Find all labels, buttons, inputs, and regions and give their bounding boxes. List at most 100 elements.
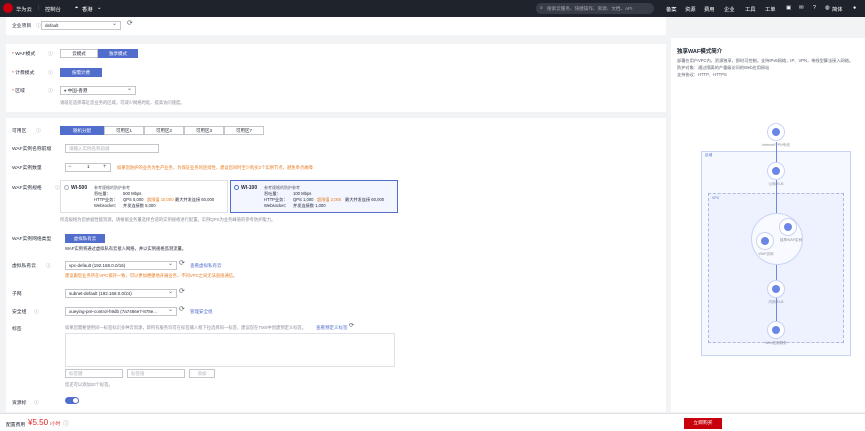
public-elb-node [767,162,785,180]
security-group-select[interactable]: xueying-pre-control-h9db (7a7466e7-878e.… [65,307,177,316]
info-icon[interactable]: ⓘ [34,308,39,315]
region-select[interactable]: ⌖ 中国-香港 [60,86,136,95]
increment-button[interactable]: + [103,164,107,170]
refresh-icon[interactable]: ⟳ [127,19,133,27]
info-icon[interactable]: ⓘ [46,262,51,269]
region-value: 中国-香港 [67,88,88,93]
spec-ws: 并发连接数 5,000 [123,203,156,208]
view-predefined-tags-link[interactable]: 查看预定义标签 [316,325,348,331]
billing-label: 计费模式 [12,69,34,76]
spec-qps: QPS 1,000 [293,197,314,202]
az-7[interactable]: 可用区7 [224,126,264,135]
az-random[interactable]: 随机分配 [60,126,104,135]
tag-key-input[interactable]: 标签键 [65,369,123,378]
waf-mode-dedicated[interactable]: 独享模式 [98,49,138,58]
search-icon: ⌕ [540,5,543,11]
spec-option-wi500[interactable]: WI-500 参考规格的防护参考 吞吐量： 500 Mbps HTTP业务： Q… [60,180,228,213]
spec-bandwidth: 100 Mbps [293,191,312,196]
instance-name-input[interactable]: 请输入实例名称前缀 [65,144,159,153]
info-icon[interactable]: ⓘ [36,127,41,134]
spec-connections: 最大并发连接 60,000 [345,197,385,202]
subnet-select[interactable]: subnet-default (192.168.0.0/24) [65,289,177,298]
enterprise-project-select[interactable]: default [41,21,121,30]
spec-ws-label: Websocket： [94,203,119,208]
user-avatar-icon[interactable]: ● [853,5,856,11]
connector-line [776,142,777,162]
global-search-input[interactable]: ⌕ 搜索云服务、快捷操作、资源、文档、API [536,3,654,14]
nav-billing[interactable]: 费用 [704,5,715,13]
az-2[interactable]: 可用区2 [144,126,184,135]
fee-unit: /小时 [50,421,61,426]
message-icon[interactable]: ✉ [799,5,803,11]
location-icon: ⌖ [75,5,78,11]
nav-tickets[interactable]: 工单 [765,5,776,13]
cloud-shell-icon[interactable]: ▣ [786,5,791,11]
refresh-icon[interactable]: ⟳ [179,287,185,295]
decrement-button[interactable]: − [68,164,72,170]
spec-bandwidth: 500 Mbps [123,191,142,196]
purchase-footer: 配置费用 ¥5.50 /小时 ⓘ 立即购买 [0,413,865,431]
tags-editor[interactable] [65,333,395,367]
connector-line [776,298,777,323]
region-zone-label: 区域 [705,153,713,157]
network-type-vpc[interactable]: 虚拟私有云 [65,234,105,243]
intro-title: 独享WAF模式简介 [677,49,723,55]
refresh-icon[interactable]: ⟳ [179,259,185,267]
console-link[interactable]: 控制台 [45,5,61,13]
add-tag-button[interactable]: 添加 [189,369,215,378]
refresh-icon[interactable]: ⟳ [179,305,185,313]
spec-qps: QPS 5,000 [123,197,144,202]
az-3[interactable]: 可用区3 [184,126,224,135]
radio-wi100[interactable] [234,185,239,190]
architecture-diagram: Internet/VPN专线 区域 公网 ELB VPC 独享WAF实例 WAF… [696,118,856,403]
intro-panel: 独享WAF模式简介 部署在用户VPC内，资源独享，即时可控制，支持IPv6网络，… [671,38,865,412]
enterprise-project-section: 企业项目 ⓘ default ⟳ [6,17,666,35]
tag-value-input[interactable]: 标签值 [127,369,185,378]
waf-instance-node [756,232,774,250]
instance-name-label: WAF实例名称前缀 [12,147,52,152]
network-type-hint: WAF实例将通过虚拟私有云接入网络，并以实例规格监测流量。 [65,246,187,251]
language-icon[interactable]: ◍ [825,5,830,11]
info-icon[interactable]: ⓘ [48,87,53,94]
divider: | [38,5,40,11]
info-icon[interactable]: ⓘ [48,50,53,57]
user-language[interactable]: 简体 [832,5,843,13]
fee-label: 配置费用 [6,423,26,428]
spec-ws-label: Websocket： [264,203,289,208]
region-selector[interactable]: 香港 [82,5,93,13]
info-icon[interactable]: ⓘ [48,69,53,76]
billing-pay-per-use[interactable]: 按需计费 [60,68,102,77]
tags-label: 标签 [12,327,22,332]
fee-info-icon[interactable]: ⓘ [63,419,69,428]
vpc-label: 虚拟私有云 [12,264,36,269]
spec-option-wi100[interactable]: WI-100 参考规格的防护参考 吞吐量： 100 Mbps HTTP业务： Q… [230,180,398,213]
instance-count-value[interactable]: 1 [87,165,90,170]
instance-count-stepper[interactable]: − 1 + [65,163,111,172]
info-icon[interactable]: ⓘ [34,399,39,406]
web-server-node [767,321,785,339]
auto-renew-toggle[interactable] [65,397,79,404]
manage-security-group-link[interactable]: 管理安全组 [190,309,213,315]
brand-name[interactable]: 华为云 [16,5,32,13]
instance-count-warning: 如果您防护的业务为生产业务，为保证业务的连续性，建议您同时至少购买2个实例节点，… [117,165,313,170]
vpc-zone-label: VPC [712,196,720,200]
mode-billing-region-section: WAF模式 ⓘ 云模式 独享模式 计费模式 ⓘ 按需计费 区域 ⓘ ⌖ 中国-香… [6,44,666,112]
huawei-logo-icon[interactable] [3,3,13,13]
dedicated-waf-label: 独享WAF实例 [779,238,803,242]
view-vpc-link[interactable]: 查看虚拟私有云 [190,263,222,269]
az-1[interactable]: 可用区1 [104,126,144,135]
enterprise-project-label: 企业项目 [12,24,32,29]
radio-wi500[interactable] [64,185,69,190]
spec-name: WI-500 [71,185,88,191]
nav-enterprise[interactable]: 企业 [724,5,735,13]
nav-tools[interactable]: 工具 [745,5,756,13]
instance-config-section: 可用区 ⓘ 随机分配 可用区1 可用区2 可用区3 可用区7 WAF实例名称前缀… [6,118,666,412]
help-icon[interactable]: ? [813,5,816,11]
refresh-icon[interactable]: ⟳ [349,322,354,329]
vpc-select[interactable]: vpc-default (192.168.0.0/16) [65,261,177,270]
subnet-label: 子网 [12,292,22,297]
buy-now-button[interactable]: 立即购买 [684,418,722,429]
waf-mode-cloud[interactable]: 云模式 [60,49,98,58]
nav-resources[interactable]: 资源 [685,5,696,13]
nav-beian[interactable]: 备案 [666,5,677,13]
